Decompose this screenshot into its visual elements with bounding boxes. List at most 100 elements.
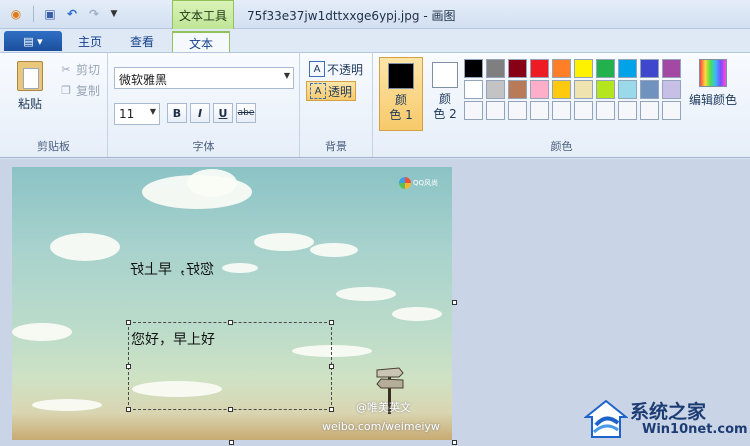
customize-toolbar-icon[interactable]: ▼ — [106, 6, 122, 22]
palette-swatch[interactable] — [508, 101, 527, 120]
palette-swatch[interactable] — [640, 101, 659, 120]
paste-button[interactable]: 粘贴 — [10, 59, 50, 117]
qq-watermark: QQ风尚 — [398, 177, 438, 189]
tab-view[interactable]: 查看 — [118, 31, 166, 52]
palette-swatch[interactable] — [486, 59, 505, 78]
strikethrough-button[interactable]: abe — [236, 103, 256, 123]
color-spectrum-icon — [699, 59, 727, 87]
copy-icon: ❐ — [61, 83, 71, 97]
palette-swatch[interactable] — [552, 101, 571, 120]
font-size-select[interactable]: 11 ▼ — [114, 103, 160, 125]
palette-swatch[interactable] — [640, 59, 659, 78]
palette-swatch[interactable] — [662, 101, 681, 120]
cloud — [222, 263, 258, 273]
image-canvas[interactable]: QQ风尚 您好，早上好 您好，早上好 @唯美英文 weibo.com/weime… — [12, 167, 452, 440]
palette-swatch[interactable] — [662, 59, 681, 78]
palette-swatch[interactable] — [552, 59, 571, 78]
palette-swatch[interactable] — [464, 101, 483, 120]
palette-swatch[interactable] — [596, 80, 615, 99]
color1-swatch — [388, 63, 414, 89]
palette-swatch[interactable] — [552, 80, 571, 99]
font-family-value: 微软雅黑 — [119, 73, 168, 87]
cloud — [50, 233, 120, 261]
brand-watermark: 系统之家 Win10net.com — [582, 393, 748, 443]
palette-swatch[interactable] — [508, 80, 527, 99]
background-group-label: 背景 — [325, 140, 347, 153]
palette-swatch[interactable] — [574, 101, 593, 120]
palette-swatch[interactable] — [596, 59, 615, 78]
palette-swatch[interactable] — [618, 80, 637, 99]
bold-button[interactable]: B — [167, 103, 187, 123]
underline-button[interactable]: U — [213, 103, 233, 123]
mirrored-text: 您好，早上好 — [130, 259, 214, 279]
redo-icon[interactable]: ↷ — [86, 6, 102, 22]
palette-swatch[interactable] — [486, 101, 505, 120]
qq-watermark-text: QQ风尚 — [412, 179, 438, 187]
opaque-button[interactable]: A 不透明 — [306, 59, 366, 79]
resize-handle[interactable] — [228, 407, 233, 412]
palette-swatch[interactable] — [640, 80, 659, 99]
undo-icon[interactable]: ↶ — [64, 6, 80, 22]
cloud — [310, 243, 358, 257]
ribbon: 粘贴 ✂ 剪切 ❐ 复制 剪贴板 微软雅黑 ▼ 11 ▼ B I U abe 字… — [0, 52, 750, 158]
palette-swatch[interactable] — [530, 101, 549, 120]
mirrored-text-content: 您好，早上好 — [130, 262, 214, 278]
palette-swatch[interactable] — [618, 59, 637, 78]
color1-label-line2: 色 1 — [389, 108, 413, 122]
color2-button[interactable]: 颜 色 2 — [423, 57, 467, 131]
font-family-select[interactable]: 微软雅黑 ▼ — [114, 67, 294, 89]
palette-swatch[interactable] — [508, 59, 527, 78]
italic-button[interactable]: I — [190, 103, 210, 123]
text-tools-context-label: 文本工具 — [172, 0, 234, 29]
resize-handle[interactable] — [228, 320, 233, 325]
clipboard-group: 粘贴 ✂ 剪切 ❐ 复制 剪贴板 — [0, 53, 108, 157]
palette-swatch[interactable] — [464, 59, 483, 78]
chevron-down-icon: ▼ — [149, 107, 156, 116]
color2-swatch — [432, 62, 458, 88]
resize-handle[interactable] — [126, 407, 131, 412]
clipboard-group-label: 剪贴板 — [37, 140, 70, 153]
palette-swatch[interactable] — [596, 101, 615, 120]
canvas-resize-handle-corner[interactable] — [452, 440, 457, 445]
resize-handle[interactable] — [329, 364, 334, 369]
resize-handle[interactable] — [126, 364, 131, 369]
cloud — [336, 287, 396, 301]
transparent-button[interactable]: A 透明 — [306, 81, 357, 101]
save-icon[interactable]: ▣ — [42, 6, 58, 22]
text-box-selection[interactable]: 您好，早上好 — [126, 320, 334, 412]
resize-handle[interactable] — [329, 407, 334, 412]
palette-swatch[interactable] — [618, 101, 637, 120]
copy-label: 复制 — [76, 83, 101, 98]
brand-name: 系统之家 — [630, 401, 707, 423]
cloud — [392, 307, 442, 321]
palette-swatch[interactable] — [662, 80, 681, 99]
palette-swatch[interactable] — [530, 59, 549, 78]
qq-logo-icon — [398, 177, 411, 189]
font-size-value: 11 — [119, 107, 135, 121]
palette-swatch[interactable] — [530, 80, 549, 99]
scissors-icon: ✂ — [61, 62, 71, 76]
tab-text[interactable]: 文本 — [172, 31, 230, 54]
file-menu-icon: ▤ ▾ — [23, 34, 43, 48]
paint-app-icon[interactable]: ◉ — [8, 6, 24, 22]
resize-handle[interactable] — [329, 320, 334, 325]
text-box-content[interactable]: 您好，早上好 — [131, 329, 215, 349]
palette-swatch[interactable] — [464, 80, 483, 99]
chevron-down-icon: ▼ — [283, 71, 290, 80]
cut-button[interactable]: ✂ 剪切 — [58, 60, 100, 78]
canvas-resize-handle-bottom[interactable] — [229, 440, 234, 445]
edit-colors-button[interactable]: 编辑颜色 — [685, 59, 741, 108]
palette-swatch[interactable] — [574, 59, 593, 78]
resize-handle[interactable] — [126, 320, 131, 325]
palette-swatch[interactable] — [574, 80, 593, 99]
tab-home[interactable]: 主页 — [66, 31, 114, 52]
paste-label: 粘贴 — [17, 97, 42, 111]
palette-swatch[interactable] — [486, 80, 505, 99]
color1-button[interactable]: 颜 色 1 — [379, 57, 423, 131]
cloud — [187, 169, 237, 197]
ribbon-tab-row: ▤ ▾ 主页 查看 文本 — [0, 29, 750, 54]
qat-separator — [33, 6, 34, 22]
file-menu-button[interactable]: ▤ ▾ — [4, 31, 62, 51]
canvas-resize-handle-right[interactable] — [452, 300, 457, 305]
copy-button[interactable]: ❐ 复制 — [58, 81, 100, 99]
